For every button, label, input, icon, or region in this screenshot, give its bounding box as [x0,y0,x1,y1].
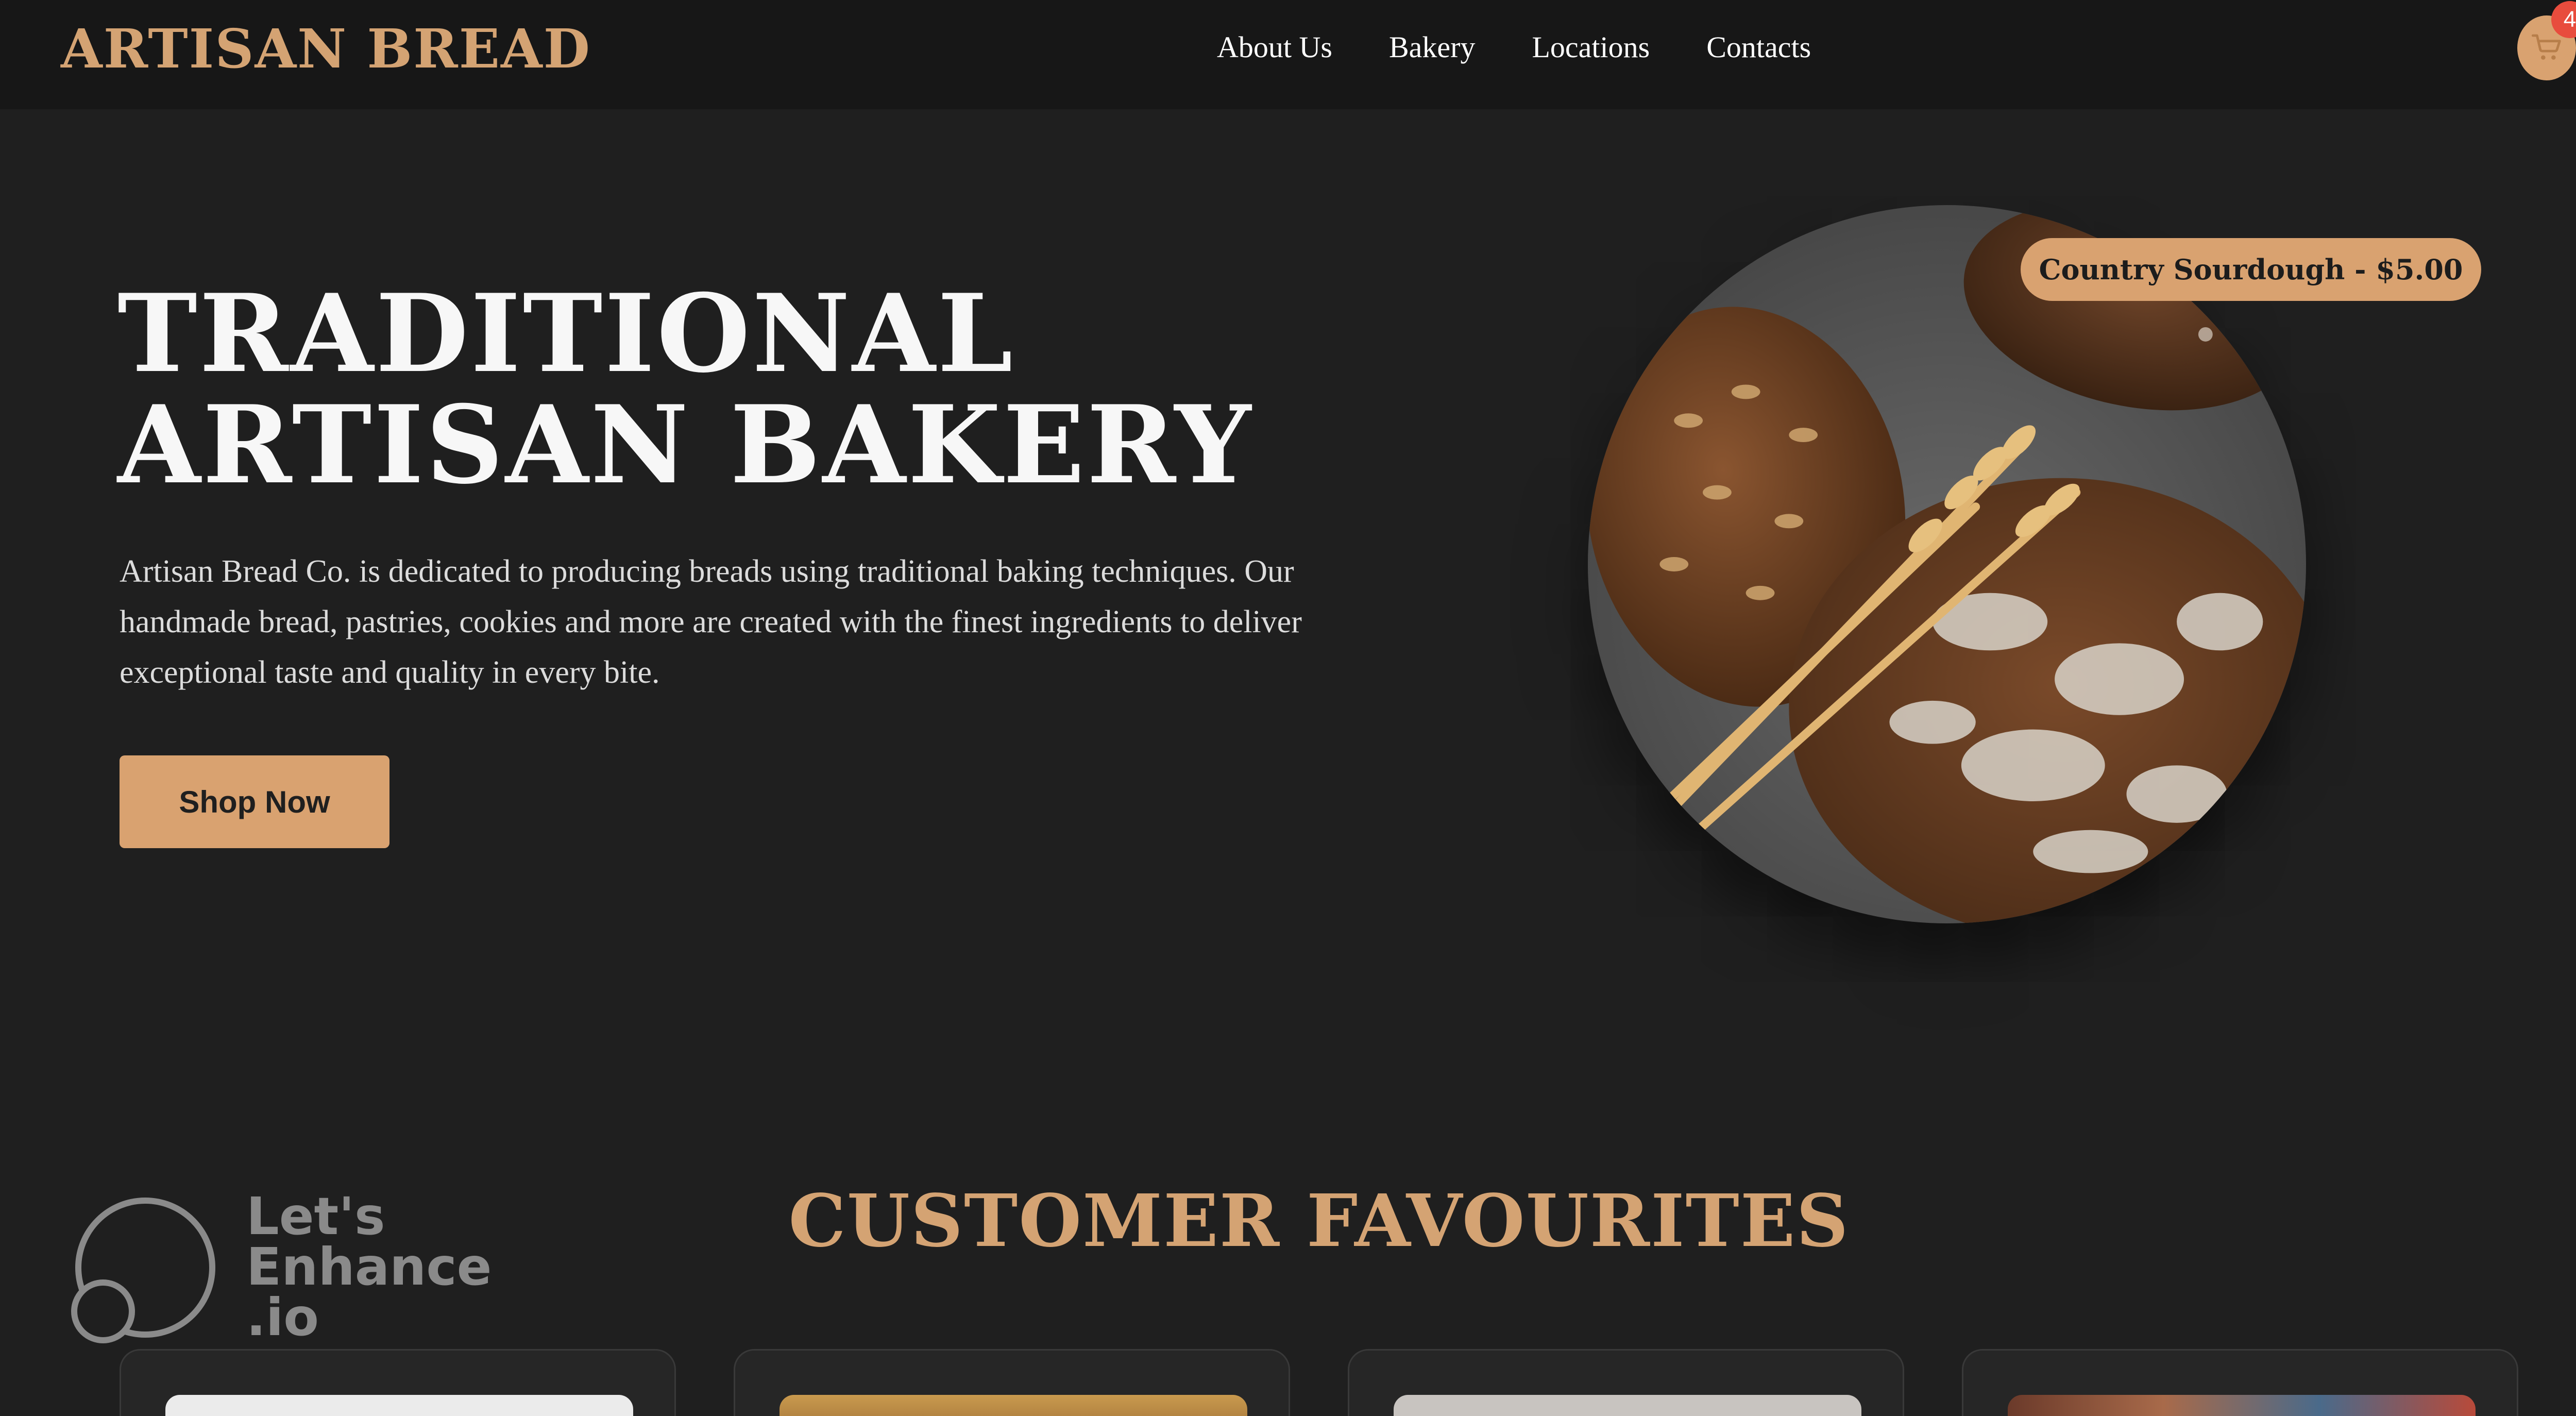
main-nav: About Us Bakery Locations Contacts [1217,27,1868,68]
watermark-line3: .io [246,1287,319,1347]
hero-bread-image [1588,205,2306,923]
hero-description: Artisan Bread Co. is dedicated to produc… [120,554,1302,690]
featured-product-tag[interactable]: Country Sourdough - $5.00 [2021,238,2481,301]
favourite-card-image [1394,1395,1861,1416]
nav-locations[interactable]: Locations [1532,27,1650,68]
cart-icon [2531,34,2561,60]
hero-title-line1: TRADITIONAL [117,271,1015,397]
favourite-card[interactable] [1962,1349,2518,1416]
favourite-card-image [165,1395,633,1416]
shop-now-button[interactable]: Shop Now [120,755,389,848]
nav-about-us[interactable]: About Us [1217,27,1332,68]
favourite-card-image [779,1395,1247,1416]
watermark-text: Let's Enhance .io [246,1191,492,1343]
watermark-line2: Enhance [246,1237,492,1297]
hero-title-line2: ARTISAN BAKERY [117,382,1253,508]
nav-contacts[interactable]: Contacts [1706,27,1811,68]
site-header: ARTISAN BREAD About Us Bakery Locations … [0,0,2576,109]
site-logo[interactable]: ARTISAN BREAD [61,15,591,82]
favourite-card[interactable] [120,1349,676,1416]
hero-title: TRADITIONAL ARTISAN BAKERY [117,278,1302,501]
watermark-line1: Let's [246,1186,385,1246]
favourite-card[interactable] [1348,1349,1904,1416]
favourite-card[interactable] [734,1349,1290,1416]
nav-bakery[interactable]: Bakery [1389,27,1476,68]
favourite-card-image [2008,1395,2476,1416]
